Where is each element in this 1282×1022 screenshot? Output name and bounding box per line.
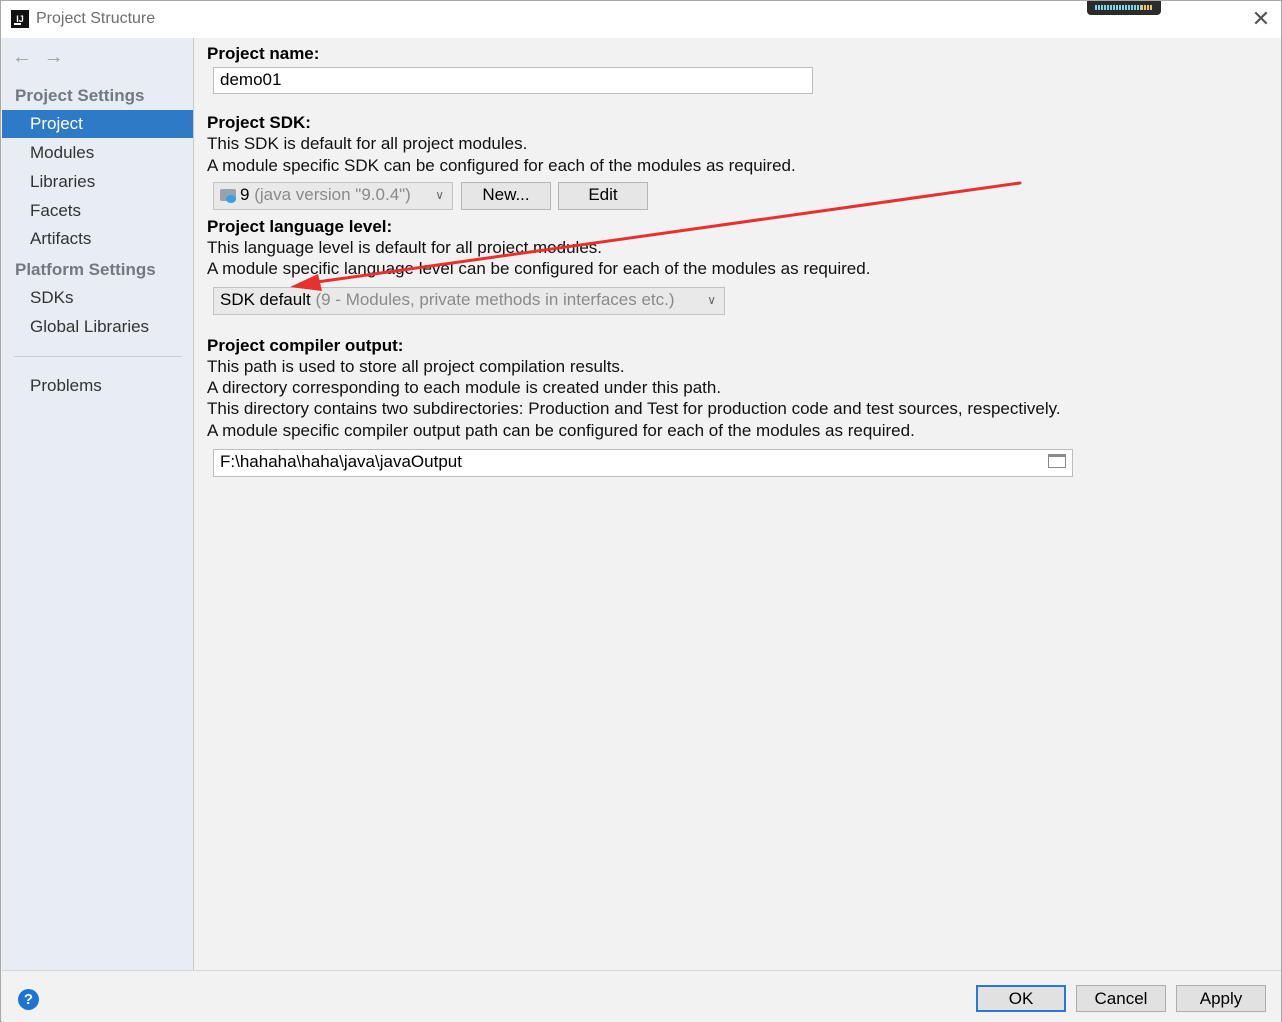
compiler-output-desc-2: A directory corresponding to each module… <box>207 378 722 397</box>
new-sdk-button[interactable]: New... <box>461 182 551 210</box>
sidebar-item-artifacts[interactable]: Artifacts <box>2 225 193 253</box>
project-structure-dialog: IJ Project Structure ✕ ← → Project Setti… <box>0 0 1282 1022</box>
sidebar-item-modules[interactable]: Modules <box>2 139 193 167</box>
system-monitor-widget <box>1087 1 1161 15</box>
compiler-output-path-field[interactable]: F:\hahaha\haha\java\javaOutput <box>213 449 1073 477</box>
forward-arrow-icon[interactable]: → <box>44 46 70 69</box>
back-arrow-icon[interactable]: ← <box>12 46 38 69</box>
chevron-down-icon: ∨ <box>435 188 444 202</box>
compiler-output-label: Project compiler output: <box>207 336 404 355</box>
compiler-output-desc-4: A module specific compiler output path c… <box>207 421 915 440</box>
project-name-input[interactable]: demo01 <box>213 67 813 94</box>
language-level-desc-2: A module specific language level can be … <box>207 259 871 278</box>
language-level-desc-1: This language level is default for all p… <box>207 238 602 257</box>
help-icon[interactable]: ? <box>18 989 39 1010</box>
language-level-selected-detail: (9 - Modules, private methods in interfa… <box>315 290 675 309</box>
sidebar-divider <box>14 356 182 357</box>
sdk-folder-icon <box>220 189 236 203</box>
navigation-arrows: ← → <box>12 46 70 69</box>
project-sdk-selected-detail: (java version "9.0.4") <box>254 185 411 204</box>
project-name-label: Project name: <box>207 44 320 63</box>
project-sdk-desc-1: This SDK is default for all project modu… <box>207 134 528 153</box>
project-sdk-desc-2: A module specific SDK can be configured … <box>207 156 796 175</box>
chevron-down-icon: ∨ <box>707 293 716 307</box>
edit-sdk-button[interactable]: Edit <box>558 182 648 210</box>
window-title: Project Structure <box>36 10 156 27</box>
sidebar-item-project[interactable]: Project <box>2 110 193 138</box>
project-settings-header: Project Settings <box>15 86 145 105</box>
compiler-output-path: F:\hahaha\haha\java\javaOutput <box>220 452 462 471</box>
project-sdk-dropdown[interactable]: 9 (java version "9.0.4") ∨ <box>213 182 453 210</box>
sidebar-item-libraries[interactable]: Libraries <box>2 168 193 196</box>
folder-open-icon[interactable] <box>1048 454 1066 468</box>
project-sdk-selected: 9 <box>240 185 250 204</box>
dialog-footer: ? OK Cancel Apply <box>2 970 1281 1022</box>
sidebar-item-global-libraries[interactable]: Global Libraries <box>2 313 193 341</box>
close-icon[interactable]: ✕ <box>1249 7 1273 31</box>
project-sdk-label: Project SDK: <box>207 113 311 132</box>
sidebar: ← → Project Settings Project Modules Lib… <box>2 38 194 970</box>
sidebar-item-sdks[interactable]: SDKs <box>2 284 193 312</box>
project-settings-panel: Project name: demo01 Project SDK: This S… <box>194 38 1281 970</box>
intellij-idea-icon: IJ <box>9 8 29 30</box>
cancel-button[interactable]: Cancel <box>1076 985 1166 1012</box>
compiler-output-desc-1: This path is used to store all project c… <box>207 357 625 376</box>
sidebar-item-problems[interactable]: Problems <box>2 372 193 400</box>
sidebar-item-facets[interactable]: Facets <box>2 197 193 225</box>
ok-button[interactable]: OK <box>976 985 1066 1012</box>
platform-settings-header: Platform Settings <box>15 260 156 279</box>
language-level-label: Project language level: <box>207 217 393 236</box>
language-level-selected: SDK default <box>220 290 311 309</box>
language-level-dropdown[interactable]: SDK default (9 - Modules, private method… <box>213 287 725 315</box>
compiler-output-desc-3: This directory contains two subdirectori… <box>207 399 1061 418</box>
apply-button[interactable]: Apply <box>1176 985 1266 1012</box>
title-bar: IJ Project Structure ✕ <box>1 1 1281 38</box>
